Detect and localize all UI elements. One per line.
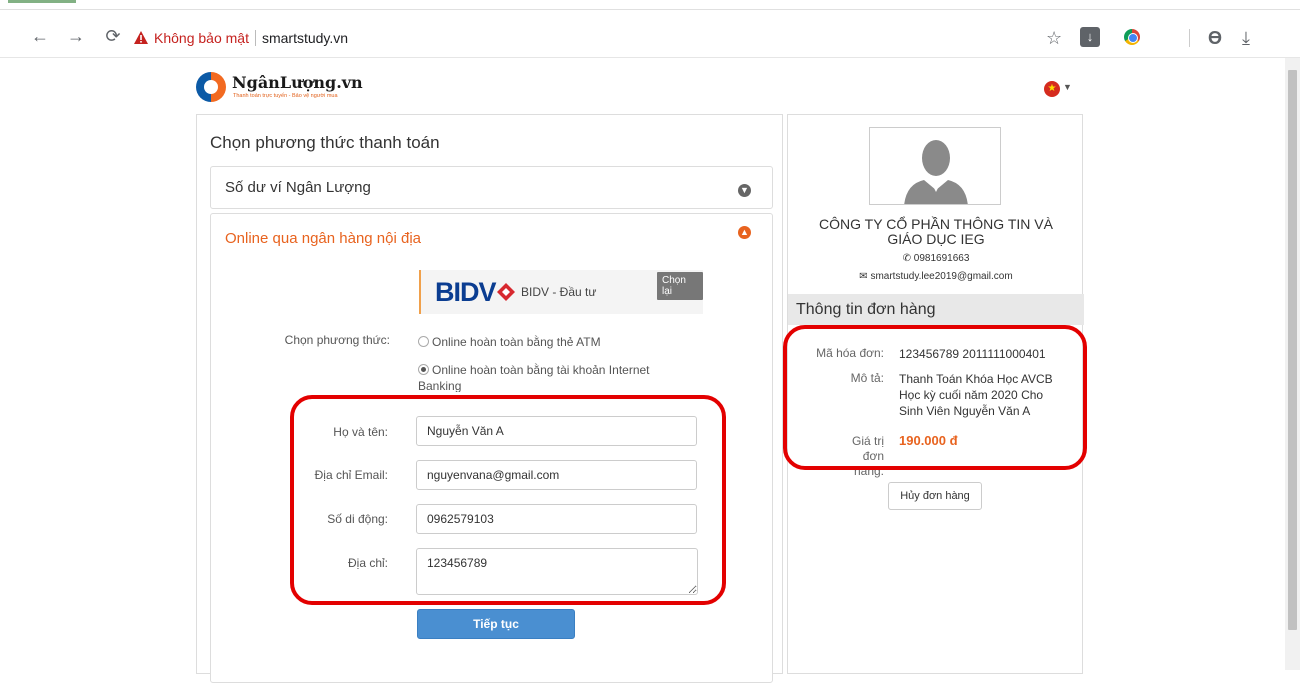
company-phone: ✆ 0981691663 [788,253,1084,264]
bank-name: BIDV - Đầu tư [521,285,597,299]
company-name: CÔNG TY CỔ PHẦN THÔNG TIN VÀ GIÁO DỤC IE… [788,217,1084,247]
logo-name: NgânLượng.vn [232,73,363,92]
logo-mark-icon [196,72,226,102]
forward-icon[interactable]: → [62,22,90,50]
name-label: Họ và tên: [333,425,388,439]
continue-button[interactable]: Tiếp tục [417,609,575,639]
chevron-down-icon[interactable]: ▼ [738,184,751,197]
page-title: Chọn phương thức thanh toán [210,133,440,152]
method-atm-radio[interactable] [418,336,429,347]
description-label: Mô tả: [850,371,884,385]
download-icon[interactable]: ⤓ [1242,24,1250,52]
logo-tagline: Thanh toán trực tuyến - Bảo vệ người mua [233,93,338,99]
star-icon[interactable]: ☆ [1046,24,1062,52]
description-value: Thanh Toán Khóa Học AVCB Học kỳ cuối năm… [899,372,1053,418]
method-atm-label[interactable]: Online hoàn toàn bằng thẻ ATM [432,334,692,350]
bidv-diamond-icon [497,283,515,301]
name-field[interactable] [416,416,697,446]
divider [1189,29,1190,47]
download-extension-icon[interactable]: ↓ [1080,27,1100,47]
company-name-line1: CÔNG TY CỔ PHẦN THÔNG TIN VÀ [819,216,1053,232]
security-warning[interactable]: Không bảo mật [154,30,249,46]
envelope-icon: ✉ [859,271,871,282]
person-silhouette-icon [904,140,968,204]
profile-icon[interactable]: ϴ [1208,24,1222,52]
method-ibanking-label[interactable]: Online hoàn toàn bằng tài khoản Internet… [418,362,680,392]
option-wallet[interactable]: Số dư ví Ngân Lượng ▼ [210,166,773,209]
scrollbar[interactable] [1285,58,1300,670]
order-value-label: Giá trị đơn hàng: [851,434,884,478]
reselect-bank-button[interactable]: Chọn lại [657,272,703,300]
invoice-value: 123456789 2011111000401 [899,347,1046,361]
phone-field[interactable] [416,504,697,534]
option-wallet-label: Số dư ví Ngân Lượng [225,179,371,196]
scrollbar-thumb[interactable] [1288,70,1297,630]
tab-strip [0,0,1300,10]
order-value: 190.000 đ [899,433,958,448]
address-field[interactable]: 123456789 [416,548,698,595]
divider [254,30,256,46]
reload-icon[interactable]: ⟳ [99,22,127,50]
back-icon[interactable]: ← [26,22,54,50]
chevron-up-icon[interactable]: ▲ [738,226,751,239]
chrome-extension-icon[interactable] [1124,29,1140,45]
email-label: Địa chỉ Email: [314,468,388,482]
method-label: Chọn phương thức: [284,333,390,347]
url-text[interactable]: smartstudy.vn [262,30,348,46]
phone-icon: ✆ [902,253,914,264]
email-field[interactable] [416,460,697,490]
avatar [869,127,1001,205]
invoice-label: Mã hóa đơn: [816,346,884,360]
browser-toolbar: ← → ⟳ Không bảo mật smartstudy.vn ☆ ↓ ϴ ⤓ [0,0,1300,58]
cancel-order-button[interactable]: Hủy đơn hàng [888,482,982,510]
active-tab-indicator[interactable] [8,0,76,3]
company-email-value: smartstudy.lee2019@gmail.com [870,271,1013,282]
merchant-panel: CÔNG TY CỔ PHẦN THÔNG TIN VÀ GIÁO DỤC IE… [787,114,1084,674]
bidv-logo: BIDV [435,277,497,307]
address-bar[interactable]: Không bảo mật smartstudy.vn [134,24,434,52]
caret-down-icon[interactable]: ▼ [1063,82,1072,92]
phone-label: Số di động: [327,512,388,526]
company-phone-value: 0981691663 [913,253,970,264]
nganluong-logo[interactable]: NgânLượng.vn Thanh toán trực tuyến - Bảo… [196,70,396,110]
selected-bank: BIDV BIDV - Đầu tư Chọn lại [419,270,703,314]
address-label: Địa chỉ: [347,556,388,570]
company-name-line2: GIÁO DỤC IEG [887,231,985,247]
company-email: ✉ smartstudy.lee2019@gmail.com [788,271,1084,282]
vietnam-flag-icon[interactable]: ★ [1044,81,1060,97]
order-info-title: Thông tin đơn hàng [788,294,1084,325]
option-bank-label[interactable]: Online qua ngân hàng nội địa [225,230,421,247]
warning-icon [134,31,148,44]
